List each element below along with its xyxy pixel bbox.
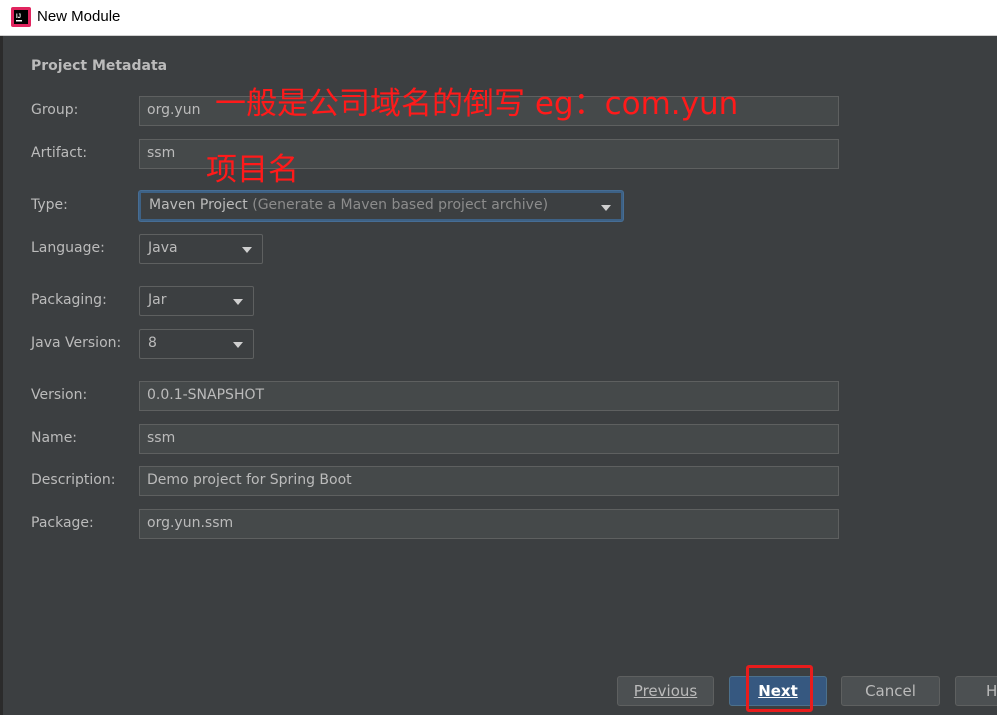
left-edge xyxy=(0,36,3,715)
name-label: Name: xyxy=(31,430,78,446)
help-button[interactable]: H xyxy=(955,676,997,706)
dialog-content xyxy=(0,36,997,715)
chevron-down-icon xyxy=(242,247,252,253)
java-version-value: 8 xyxy=(148,335,157,351)
group-label: Group: xyxy=(31,102,79,118)
version-label: Version: xyxy=(31,387,88,403)
package-label: Package: xyxy=(31,515,94,531)
section-title: Project Metadata xyxy=(31,58,168,74)
description-field[interactable]: Demo project for Spring Boot xyxy=(139,466,839,496)
type-label: Type: xyxy=(31,197,68,213)
artifact-label: Artifact: xyxy=(31,145,88,161)
packaging-label: Packaging: xyxy=(31,292,107,308)
java-version-dropdown[interactable]: 8 xyxy=(139,329,254,359)
artifact-annotation: 项目名 xyxy=(206,152,299,188)
type-hint: (Generate a Maven based project archive) xyxy=(252,197,549,213)
window-title: New Module xyxy=(37,8,121,25)
packaging-value: Jar xyxy=(148,292,167,308)
packaging-dropdown[interactable]: Jar xyxy=(139,286,254,316)
type-dropdown[interactable]: Maven Project (Generate a Maven based pr… xyxy=(139,191,623,221)
chevron-down-icon xyxy=(601,205,611,211)
name-field[interactable]: ssm xyxy=(139,424,839,454)
chevron-down-icon xyxy=(233,299,243,305)
language-label: Language: xyxy=(31,240,105,256)
java-version-label: Java Version: xyxy=(31,335,122,351)
title-bar: IJ New Module xyxy=(0,0,997,36)
previous-button[interactable]: Previous xyxy=(617,676,714,706)
svg-text:IJ: IJ xyxy=(16,14,21,20)
type-value: Maven Project xyxy=(149,197,248,213)
chevron-down-icon xyxy=(233,342,243,348)
language-value: Java xyxy=(148,240,178,256)
cancel-button[interactable]: Cancel xyxy=(841,676,940,706)
next-highlight-box xyxy=(746,665,813,712)
group-annotation: 一般是公司域名的倒写 eg：com.yun xyxy=(215,86,739,122)
language-dropdown[interactable]: Java xyxy=(139,234,263,264)
package-field[interactable]: org.yun.ssm xyxy=(139,509,839,539)
version-field[interactable]: 0.0.1-SNAPSHOT xyxy=(139,381,839,411)
description-label: Description: xyxy=(31,472,116,488)
intellij-app-icon: IJ xyxy=(11,7,31,27)
